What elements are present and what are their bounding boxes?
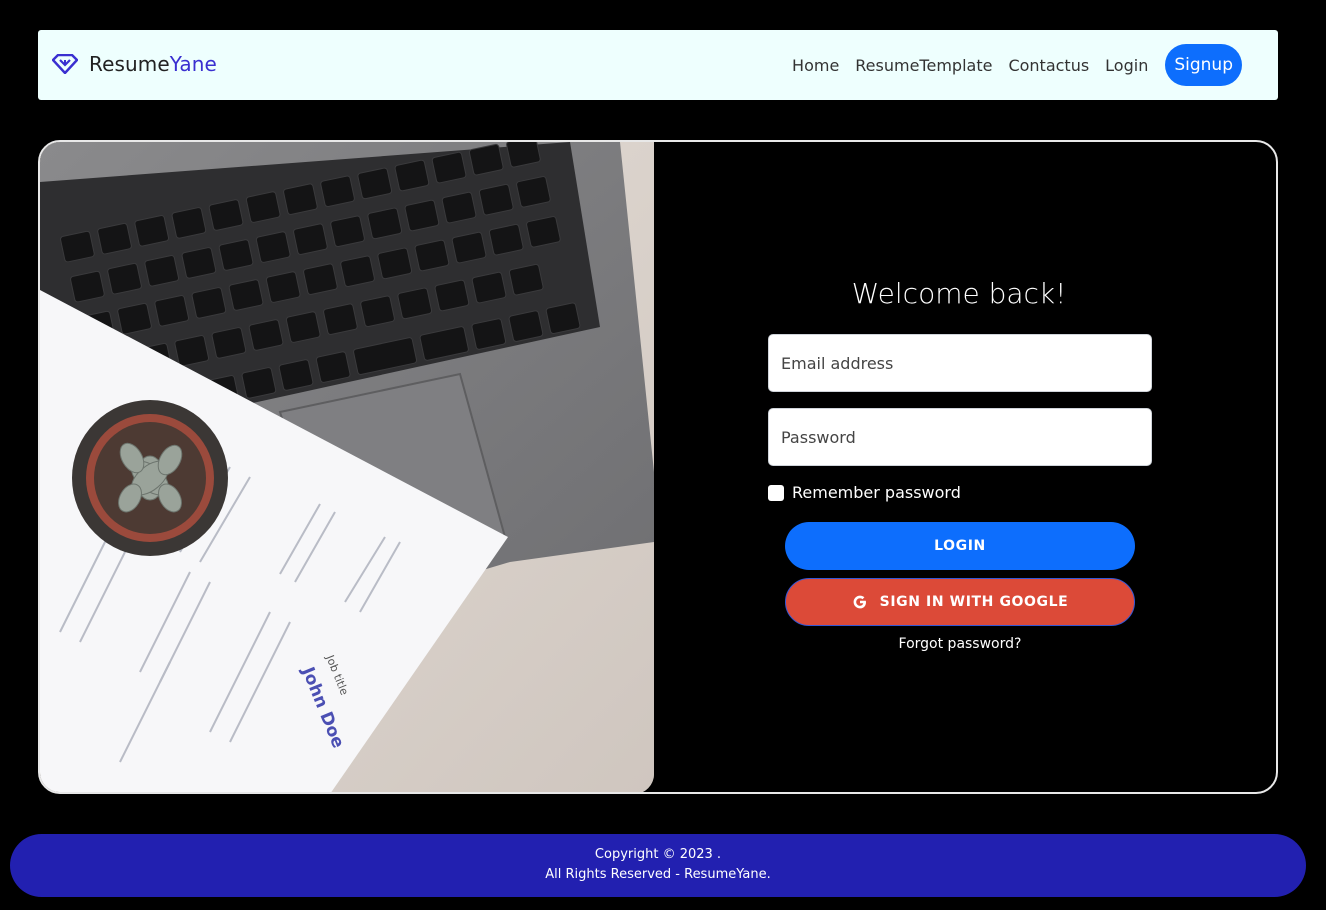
login-button[interactable]: LOGIN xyxy=(785,522,1135,570)
google-signin-button[interactable]: SIGN IN WITH GOOGLE xyxy=(785,578,1135,626)
remember-checkbox[interactable] xyxy=(768,484,784,501)
remember-password: Remember password xyxy=(768,483,961,502)
login-form: Welcome back! Remember password LOGIN SI… xyxy=(654,142,1276,792)
brand-name: ResumeYane xyxy=(89,52,217,76)
nav-link-home[interactable]: Home xyxy=(792,56,839,75)
forgot-password-link[interactable]: Forgot password? xyxy=(785,636,1135,652)
nav-link-contact[interactable]: Contactus xyxy=(1008,56,1089,75)
signup-button[interactable]: Signup xyxy=(1165,44,1242,86)
login-card: John Doe Job title Welcome back! Remembe… xyxy=(38,140,1278,794)
nav-link-resume-template[interactable]: ResumeTemplate xyxy=(855,56,992,75)
nav-links: Home ResumeTemplate Contactus Login Sign… xyxy=(792,44,1242,86)
laptop-resume-illustration: John Doe Job title xyxy=(40,142,654,792)
brand-logo[interactable]: ResumeYane xyxy=(51,52,217,76)
google-icon xyxy=(852,594,868,610)
email-input[interactable] xyxy=(768,334,1152,392)
welcome-title: Welcome back! xyxy=(851,277,1067,310)
remember-label: Remember password xyxy=(792,483,961,502)
diamond-logo-icon xyxy=(51,53,79,75)
google-button-label: SIGN IN WITH GOOGLE xyxy=(879,594,1069,610)
footer-rights: All Rights Reserved - ResumeYane. xyxy=(545,867,771,882)
footer-copyright: Copyright © 2023 . xyxy=(594,847,722,862)
password-input[interactable] xyxy=(768,408,1152,466)
navbar: ResumeYane Home ResumeTemplate Contactus… xyxy=(38,30,1278,100)
nav-link-login[interactable]: Login xyxy=(1105,56,1148,75)
laptop-resume-image: John Doe Job title xyxy=(40,142,654,792)
login-button-label: LOGIN xyxy=(934,538,986,554)
footer: Copyright © 2023 . All Rights Reserved -… xyxy=(10,834,1306,897)
